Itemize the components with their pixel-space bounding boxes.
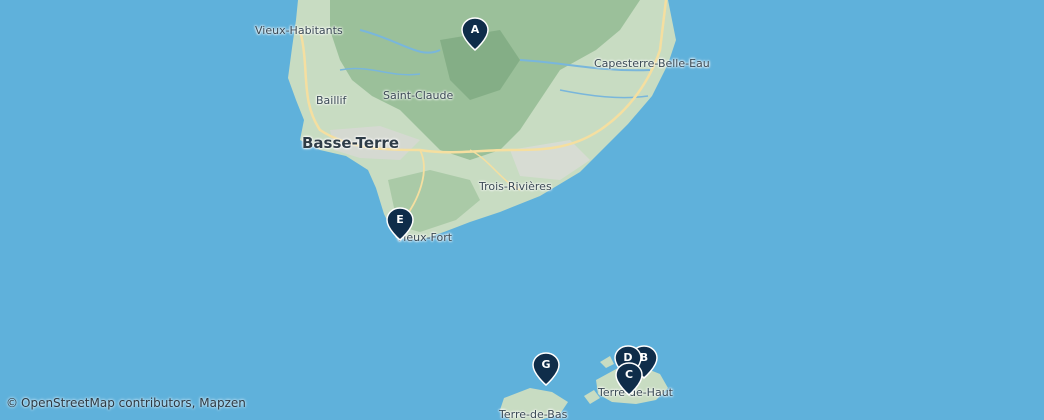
place-label-terre-de-bas: Terre-de-Bas — [499, 408, 568, 420]
map-marker-g[interactable]: G — [532, 352, 560, 386]
map-base-layer — [0, 0, 1044, 420]
map-marker-e[interactable]: E — [386, 207, 414, 241]
copyright-icon: © — [6, 396, 18, 410]
place-label-baillif: Baillif — [316, 94, 347, 107]
place-label-saint-claude: Saint-Claude — [383, 89, 454, 102]
map-view[interactable]: Vieux-Habitants Capesterre-Belle-Eau Sai… — [0, 0, 1044, 420]
place-label-basse-terre: Basse-Terre — [302, 134, 399, 152]
map-marker-c[interactable]: C — [615, 362, 643, 396]
marker-label: E — [396, 213, 404, 226]
marker-label: C — [624, 368, 634, 381]
place-label-vieux-habitants: Vieux-Habitants — [255, 24, 343, 37]
attribution-link[interactable]: OpenStreetMap contributors, Mapzen — [21, 396, 246, 410]
map-attribution: © OpenStreetMap contributors, Mapzen — [6, 396, 246, 410]
marker-label: G — [541, 358, 551, 371]
place-label-capesterre-belle-eau: Capesterre-Belle-Eau — [594, 57, 710, 70]
marker-label: A — [470, 23, 480, 36]
map-marker-a[interactable]: A — [461, 17, 489, 51]
place-label-trois-rivieres: Trois-Rivières — [479, 180, 552, 193]
